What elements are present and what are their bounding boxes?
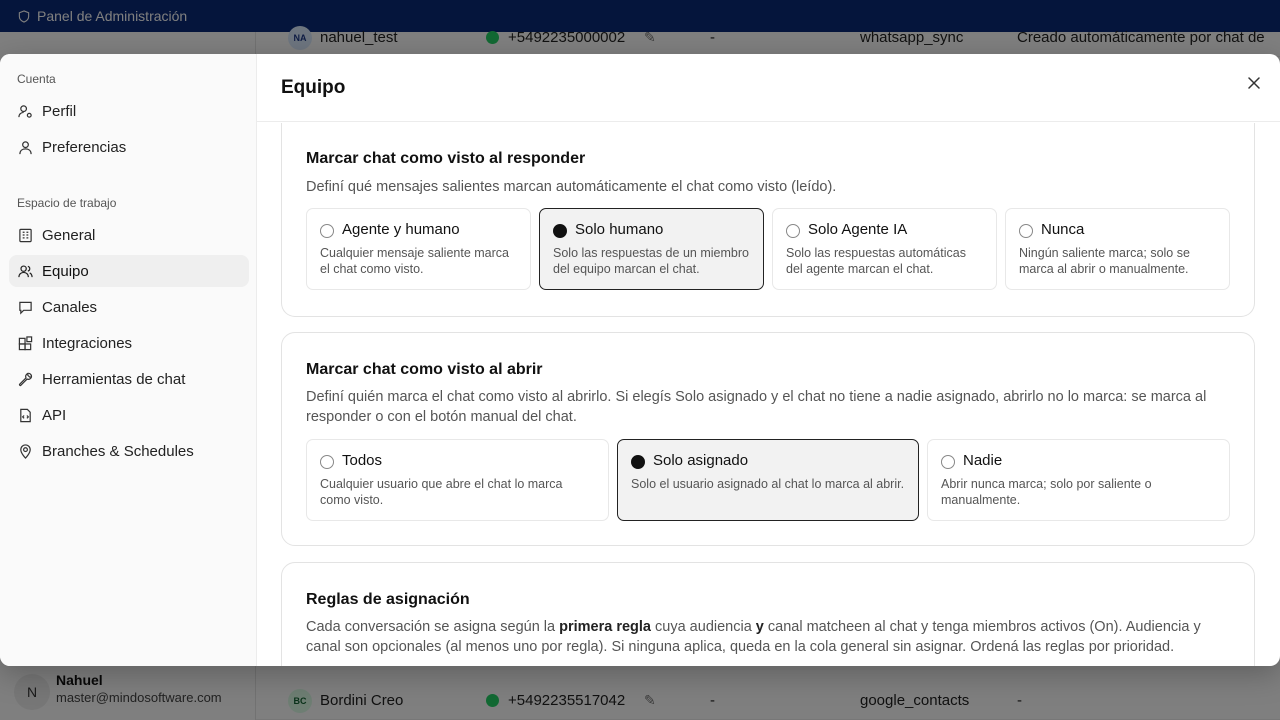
sidebar-item-label: Preferencias bbox=[42, 138, 127, 156]
settings-content[interactable]: Marcar chat como visto al responder Defi… bbox=[257, 123, 1280, 666]
account-section-label: Cuenta bbox=[17, 72, 56, 86]
option-description: Abrir nunca marca; solo por saliente o m… bbox=[941, 477, 1152, 507]
option-description: Cualquier usuario que abre el chat lo ma… bbox=[320, 477, 563, 507]
radio-button[interactable] bbox=[553, 224, 567, 238]
wrench-icon bbox=[18, 372, 33, 386]
sidebar-item-perfil[interactable]: Perfil bbox=[9, 95, 249, 127]
building-icon bbox=[19, 228, 32, 242]
option-nunca[interactable]: Nunca Ningún saliente marca; solo se mar… bbox=[1005, 208, 1230, 290]
card-description: Definí quién marca el chat como visto al… bbox=[306, 389, 1207, 425]
sidebar-item-branches-schedules[interactable]: Branches & Schedules bbox=[9, 435, 249, 467]
modal-header: Equipo bbox=[257, 54, 1280, 122]
description-bold: y bbox=[755, 619, 764, 635]
option-label: Solo Agente IA bbox=[808, 221, 908, 238]
sidebar-item-label: Canales bbox=[42, 298, 98, 316]
option-solo-agente-ia[interactable]: Solo Agente IA Solo las respuestas autom… bbox=[772, 208, 997, 290]
blocks-icon bbox=[18, 335, 33, 350]
description-text: Cada conversación se asigna según la bbox=[306, 619, 560, 635]
radio-button[interactable] bbox=[631, 455, 645, 469]
settings-sidebar: Cuenta Perfil Preferencias Espacio de tr… bbox=[0, 54, 257, 666]
users-icon bbox=[18, 264, 33, 277]
sidebar-item-integraciones[interactable]: Integraciones bbox=[9, 327, 249, 359]
sidebar-item-label: Equipo bbox=[42, 262, 89, 280]
radio-button[interactable] bbox=[1019, 224, 1033, 238]
option-description: Solo el usuario asignado al chat lo marc… bbox=[631, 477, 905, 491]
sidebar-item-herramientas-de-chat[interactable]: Herramientas de chat bbox=[9, 363, 249, 395]
sidebar-item-label: API bbox=[42, 406, 67, 424]
option-nadie[interactable]: Nadie Abrir nunca marca; solo por salien… bbox=[927, 439, 1230, 521]
option-solo-humano[interactable]: Solo humano Solo las respuestas de un mi… bbox=[539, 208, 764, 290]
sidebar-item-general[interactable]: General bbox=[9, 219, 249, 251]
sidebar-item-label: Integraciones bbox=[42, 334, 133, 352]
assignment-rules-card: Reglas de asignación Cada conversación s… bbox=[281, 562, 1255, 666]
page-title: Equipo bbox=[281, 77, 346, 98]
option-label: Solo asignado bbox=[653, 452, 749, 469]
sidebar-item-canales[interactable]: Canales bbox=[9, 291, 249, 323]
option-label: Nadie bbox=[963, 452, 1003, 469]
sidebar-item-preferencias[interactable]: Preferencias bbox=[9, 131, 249, 163]
sidebar-item-label: General bbox=[42, 226, 96, 244]
sidebar-item-label: Branches & Schedules bbox=[42, 442, 194, 460]
option-description: Cualquier mensaje saliente marca el chat… bbox=[320, 246, 509, 276]
option-description: Ningún saliente marca; solo se marca al … bbox=[1019, 246, 1190, 276]
radio-button[interactable] bbox=[320, 224, 334, 238]
sidebar-item-label: Perfil bbox=[42, 102, 77, 120]
card-title: Marcar chat como visto al abrir bbox=[306, 361, 543, 378]
option-label: Solo humano bbox=[575, 221, 664, 238]
mark-seen-on-open-card: Marcar chat como visto al abrir Definí q… bbox=[281, 332, 1255, 546]
card-title: Reglas de asignación bbox=[306, 591, 470, 608]
card-description: Definí qué mensajes salientes marcan aut… bbox=[306, 179, 837, 195]
user-icon bbox=[19, 140, 32, 154]
option-todos[interactable]: Todos Cualquier usuario que abre el chat… bbox=[306, 439, 609, 521]
description-bold: primera regla bbox=[559, 619, 651, 635]
chat-bubble-icon bbox=[19, 301, 32, 315]
radio-button[interactable] bbox=[941, 455, 955, 469]
option-label: Nunca bbox=[1041, 221, 1085, 238]
close-icon bbox=[1248, 77, 1260, 89]
settings-main: Equipo Marcar chat como visto al respond… bbox=[257, 54, 1280, 666]
option-description: Solo las respuestas automáticas del agen… bbox=[786, 246, 966, 276]
description-text: cuya audiencia bbox=[651, 619, 756, 635]
option-label: Agente y humano bbox=[342, 221, 460, 238]
close-button[interactable] bbox=[1242, 71, 1266, 95]
settings-modal: Cuenta Perfil Preferencias Espacio de tr… bbox=[0, 54, 1280, 666]
sidebar-item-equipo[interactable]: Equipo bbox=[9, 255, 249, 287]
radio-button[interactable] bbox=[786, 224, 800, 238]
option-solo-asignado[interactable]: Solo asignado Solo el usuario asignado a… bbox=[617, 439, 919, 521]
radio-button[interactable] bbox=[320, 455, 334, 469]
option-description: Solo las respuestas de un miembro del eq… bbox=[553, 246, 749, 276]
mark-seen-on-reply-card: Marcar chat como visto al responder Defi… bbox=[281, 123, 1255, 317]
card-description: Cada conversación se asigna según la pri… bbox=[306, 617, 1231, 657]
sidebar-item-label: Herramientas de chat bbox=[42, 370, 186, 388]
sidebar-item-api[interactable]: API bbox=[9, 399, 249, 431]
option-agente-y-humano[interactable]: Agente y humano Cualquier mensaje salien… bbox=[306, 208, 531, 290]
card-title: Marcar chat como visto al responder bbox=[306, 150, 586, 167]
workspace-section-label: Espacio de trabajo bbox=[17, 196, 117, 210]
map-pin-icon bbox=[20, 443, 31, 459]
user-settings-icon bbox=[18, 104, 32, 118]
file-code-icon bbox=[20, 408, 31, 422]
option-label: Todos bbox=[342, 452, 383, 469]
